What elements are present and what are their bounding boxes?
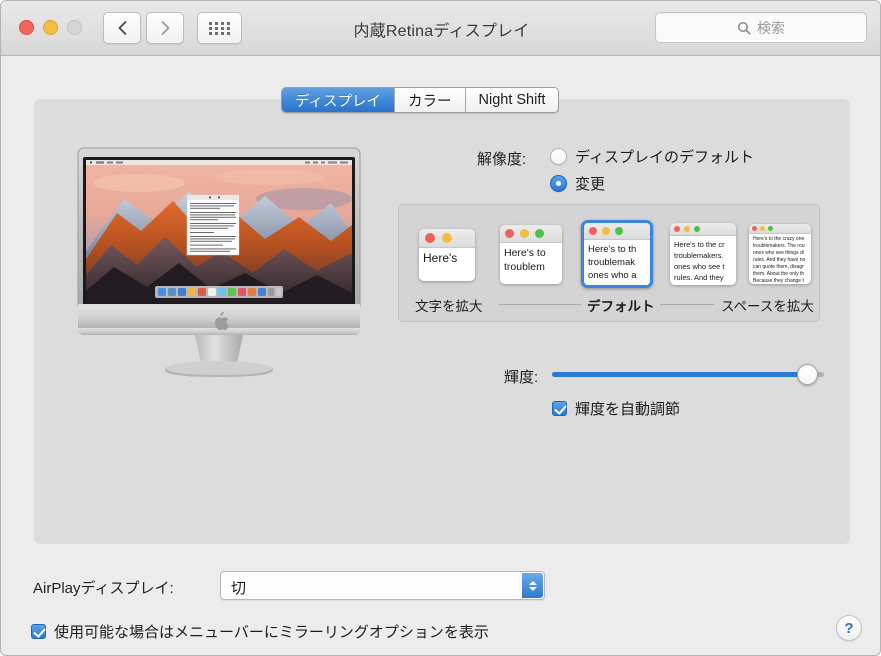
brightness-slider-fill: [552, 372, 814, 377]
search-icon: [737, 21, 751, 35]
checkbox-auto-brightness-icon: [552, 401, 567, 416]
updown-chevron-icon[interactable]: [522, 573, 543, 598]
thumb-line: rules. And they have no: [753, 257, 806, 263]
imac-display-preview: [69, 141, 369, 381]
scaling-thumbnail-row: Here's Here's to troublem Here's to th t…: [399, 219, 821, 291]
tab-color[interactable]: カラー: [395, 88, 466, 112]
scaling-label-more-space: スペースを拡大: [721, 299, 814, 314]
thumb-line: Here's to: [504, 247, 546, 259]
radio-scaled[interactable]: 変更: [550, 173, 605, 194]
help-button[interactable]: ?: [836, 615, 862, 641]
scaling-label-default: デフォルト: [587, 299, 655, 314]
brightness-label: 輝度:: [504, 369, 539, 386]
thumb-line: rules. And they: [674, 273, 724, 282]
imac-illustration-icon: [77, 147, 361, 377]
tab-bar: ディスプレイ カラー Night Shift: [281, 87, 560, 113]
checkbox-show-mirroring-options-icon: [31, 624, 46, 639]
checkbox-auto-brightness[interactable]: 輝度を自動調節: [552, 398, 680, 419]
checkbox-show-mirroring-options-label: 使用可能な場合はメニューバーにミラーリングオプションを表示: [54, 624, 489, 641]
resolution-label: 解像度:: [477, 151, 527, 168]
scaling-thumbnail[interactable]: Here's to the cr troublemakers. ones who…: [670, 223, 736, 285]
scaling-thumbnail[interactable]: Here's: [419, 229, 475, 281]
thumb-line: ones who a: [588, 270, 637, 281]
airplay-popup-button[interactable]: 切: [220, 571, 545, 600]
thumb-line: Because they change t: [753, 278, 804, 284]
checkbox-auto-brightness-label: 輝度を自動調節: [575, 401, 681, 418]
radio-scaled-icon: [550, 175, 567, 192]
radio-default-label: ディスプレイのデフォルト: [575, 149, 754, 166]
brightness-slider-knob[interactable]: [797, 364, 818, 385]
radio-display-default[interactable]: ディスプレイのデフォルト: [550, 146, 754, 167]
thumb-line: Here's: [423, 251, 458, 265]
airplay-label: AirPlayディスプレイ:: [33, 580, 174, 597]
scaling-thumbnail-selected[interactable]: Here's to th troublemak ones who a: [581, 220, 653, 288]
scaling-label-larger-text: 文字を拡大: [415, 299, 483, 314]
scaling-thumbnail[interactable]: Here's to troublem: [500, 225, 562, 284]
search-placeholder: 検索: [757, 19, 785, 36]
search-input[interactable]: 検索: [655, 12, 867, 43]
brightness-slider[interactable]: [552, 364, 824, 385]
thumb-line: Here's to th: [588, 244, 637, 255]
tab-night-shift[interactable]: Night Shift: [465, 88, 559, 112]
scaling-options-box: Here's Here's to troublem Here's to th t…: [398, 204, 820, 322]
thumb-line: troublemak: [588, 257, 635, 268]
thumb-line: ones who see t: [674, 262, 725, 271]
thumb-line: can quote them, disagr: [753, 264, 804, 270]
system-preferences-window: 内蔵Retinaディスプレイ 検索 ディスプレイ カラー Night Shift: [0, 0, 881, 656]
thumb-line: troublemakers. The rou: [753, 243, 805, 249]
checkbox-show-mirroring-options[interactable]: 使用可能な場合はメニューバーにミラーリングオプションを表示: [31, 621, 489, 642]
scaling-thumbnail[interactable]: Here's to the crazy one troublemakers. T…: [749, 224, 811, 284]
thumb-line: Here's to the crazy one: [753, 236, 805, 242]
radio-default-icon: [550, 148, 567, 165]
thumb-line: them. About the only th: [753, 271, 805, 277]
tab-display[interactable]: ディスプレイ: [282, 88, 395, 112]
thumb-line: Here's to the cr: [674, 240, 725, 249]
thumb-line: troublem: [504, 261, 545, 273]
scaling-labels-row: 文字を拡大 デフォルト スペースを拡大: [399, 295, 821, 317]
thumb-line: troublemakers.: [674, 251, 724, 260]
thumb-line: ones who see things di: [753, 250, 804, 256]
airplay-selected-value: 切: [231, 580, 247, 597]
window-titlebar: 内蔵Retinaディスプレイ 検索: [1, 1, 880, 56]
radio-scaled-label: 変更: [575, 176, 606, 193]
